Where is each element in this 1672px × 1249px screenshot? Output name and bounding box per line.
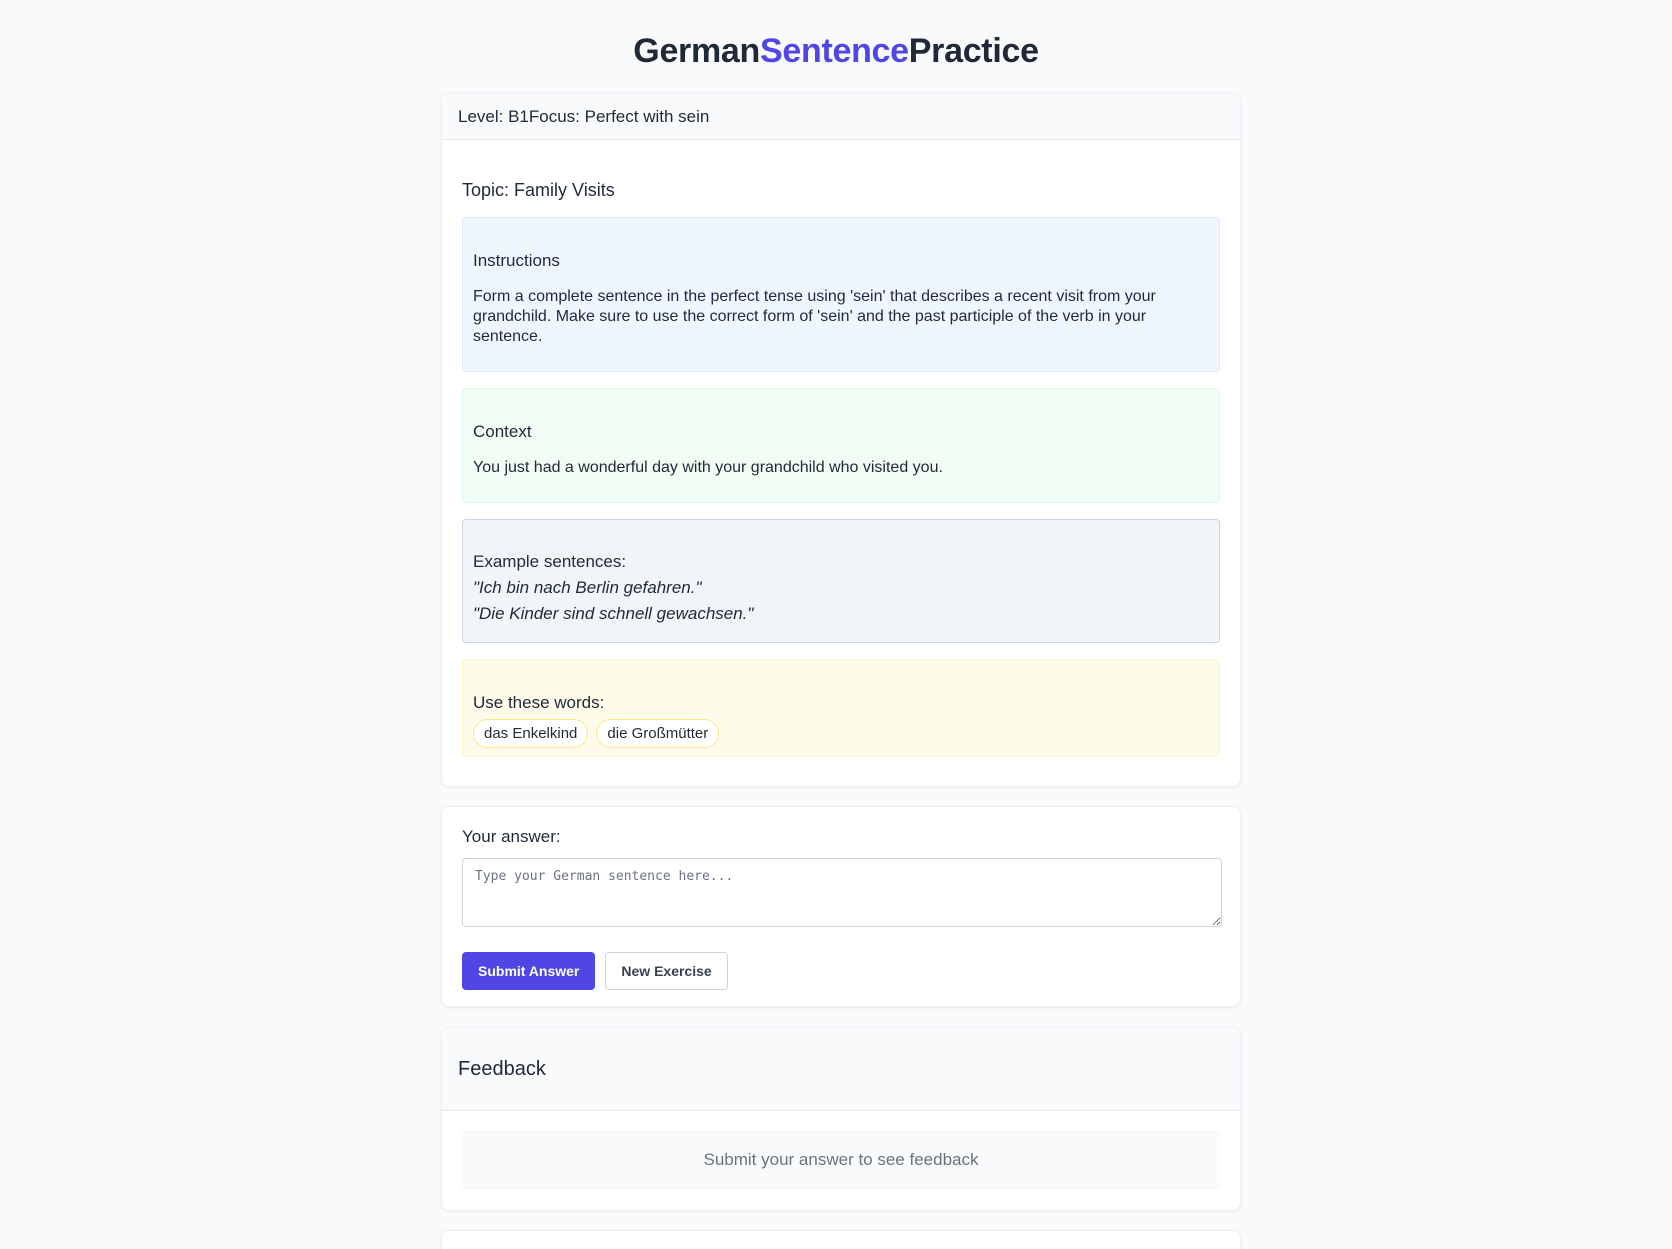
- feedback-body: Submit your answer to see feedback: [442, 1111, 1240, 1209]
- answer-label: Your answer:: [462, 827, 561, 846]
- example-sentence: "Ich bin nach Berlin gefahren.": [473, 578, 702, 597]
- title-part-german: German: [633, 32, 760, 70]
- feedback-title: Feedback: [442, 1028, 1240, 1111]
- answer-buttons: Submit Answer New Exercise: [462, 952, 1220, 990]
- word-chip[interactable]: das Enkelkind: [473, 719, 589, 748]
- words-title: Use these words:: [473, 693, 605, 712]
- exercise-header: Level: B1 Focus: Perfect with sein: [442, 94, 1240, 140]
- topic-heading: Topic: Family Visits: [462, 180, 615, 200]
- new-exercise-button[interactable]: New Exercise: [605, 952, 728, 990]
- title-part-practice: Practice: [908, 32, 1039, 70]
- feedback-placeholder: Submit your answer to see feedback: [462, 1130, 1220, 1190]
- feedback-card: Feedback Submit your answer to see feedb…: [441, 1027, 1241, 1211]
- exercise-body: Topic: Family Visits Instructions Form a…: [442, 180, 1240, 757]
- instructions-title: Instructions: [473, 251, 560, 270]
- examples-box: Example sentences: "Ich bin nach Berlin …: [462, 519, 1220, 643]
- words-box: Use these words: das Enkelkind die Großm…: [462, 659, 1220, 757]
- focus-label: Focus: Perfect with sein: [528, 106, 710, 126]
- context-box: Context You just had a wonderful day wit…: [462, 388, 1220, 503]
- instructions-text: Form a complete sentence in the perfect …: [473, 288, 1156, 345]
- instructions-box: Instructions Form a complete sentence in…: [462, 217, 1220, 372]
- page-title: GermanSentencePractice: [0, 32, 1672, 71]
- context-title: Context: [473, 422, 532, 441]
- word-chip[interactable]: die Großmütter: [596, 719, 720, 748]
- context-text: You just had a wonderful day with your g…: [473, 459, 943, 476]
- example-sentence: "Die Kinder sind schnell gewachsen.": [473, 604, 754, 623]
- examples-title: Example sentences:: [473, 552, 627, 571]
- word-chips: das Enkelkind die Großmütter: [473, 719, 1209, 748]
- level-label: Level: B1: [458, 106, 529, 126]
- answer-input[interactable]: [462, 858, 1222, 927]
- exercise-card: Level: B1 Focus: Perfect with sein Topic:…: [441, 93, 1241, 787]
- partial-card: [441, 1230, 1241, 1249]
- submit-answer-button[interactable]: Submit Answer: [462, 952, 596, 990]
- title-part-sentence: Sentence: [760, 32, 909, 70]
- answer-card: Your answer: Submit Answer New Exercise: [441, 806, 1241, 1007]
